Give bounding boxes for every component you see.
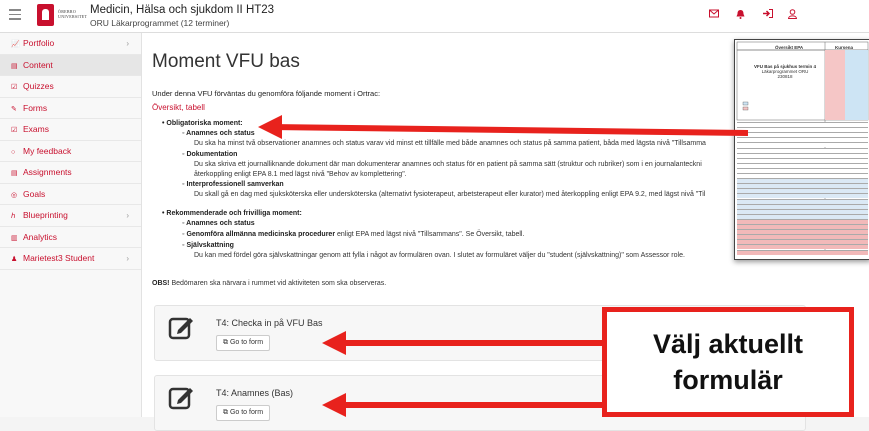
callout-line-2: formulär bbox=[673, 365, 783, 395]
callout-line-1: Välj aktuellt bbox=[652, 329, 804, 359]
callout-box: Välj aktuellt formulär bbox=[602, 307, 854, 417]
